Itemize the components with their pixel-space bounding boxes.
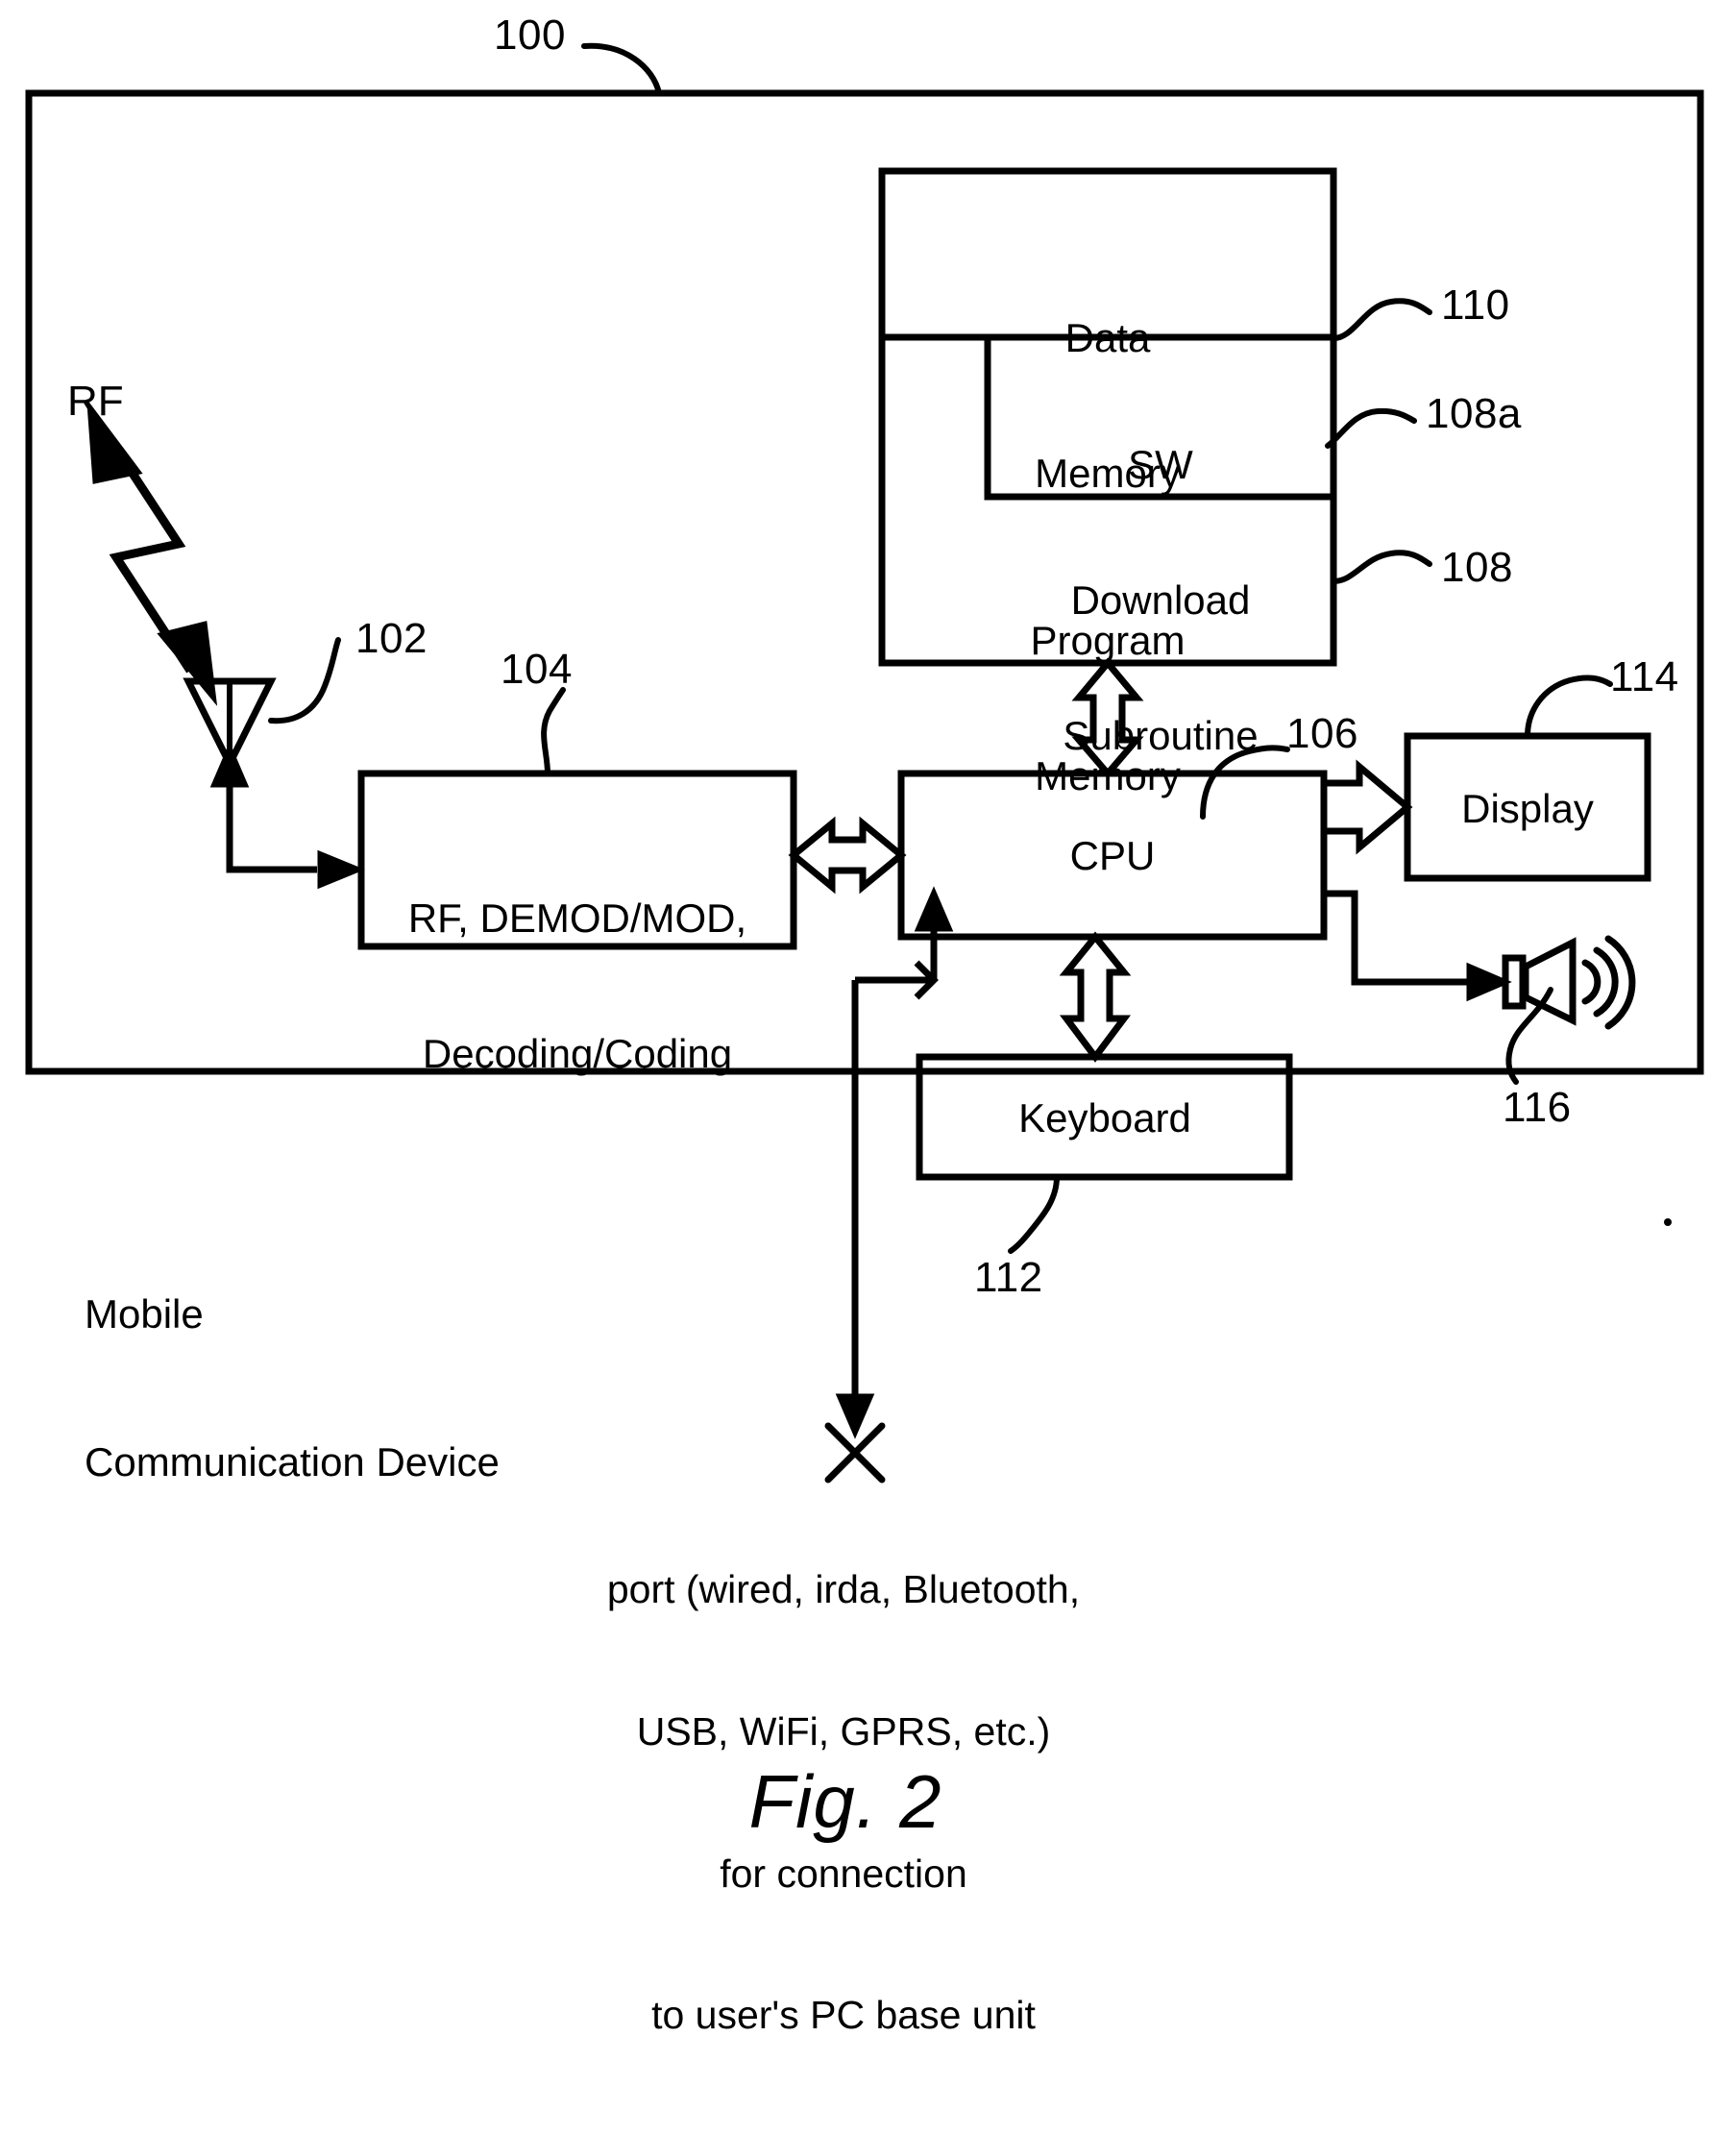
rf-label: RF <box>67 378 124 425</box>
arrowhead-port-to-rfbox <box>914 886 954 932</box>
arrowhead-antenna-up <box>209 742 250 788</box>
speaker-icon-base <box>1502 954 1527 1010</box>
ref-label-112: 112 <box>974 1254 1043 1301</box>
port-caption-line-1: port (wired, irda, Bluetooth, <box>606 1567 1081 1612</box>
sw-download-line-1: SW <box>1128 442 1193 488</box>
ref-label-114: 114 <box>1610 653 1679 700</box>
leader-line-108 <box>1331 550 1432 584</box>
cpu-block-label: CPU <box>1069 833 1156 878</box>
keyboard-block-label: Keyboard <box>1018 1095 1191 1141</box>
line-cpu-speaker <box>1324 890 1470 986</box>
figure-caption: Fig. 2 <box>748 1759 942 1844</box>
speaker-icon-cone <box>1522 937 1577 1026</box>
arrow-rf-cpu <box>788 816 907 895</box>
patent-figure: 100 RF 102 104 RF, DEMOD/MOD, Decoding/C… <box>0 0 1736 2037</box>
speaker-icon-wave-1 <box>1581 959 1602 1005</box>
leader-line-108a <box>1325 407 1417 449</box>
port-caption-line-3: for connection <box>720 1851 967 1896</box>
device-name-line-2: Communication Device <box>85 1439 500 1485</box>
ref-label-102: 102 <box>355 615 428 662</box>
leader-line-102 <box>268 637 341 724</box>
arrowhead-port-down <box>835 1393 875 1439</box>
device-name-label: Mobile Communication Device <box>85 1191 500 1585</box>
leader-line-112 <box>1008 1174 1060 1254</box>
program-memory-line-2: Memory <box>1035 753 1181 799</box>
ref-label-116: 116 <box>1503 1084 1572 1131</box>
display-block-label: Display <box>1461 786 1594 831</box>
ref-label-110: 110 <box>1441 282 1510 329</box>
leader-line-100 <box>581 42 662 96</box>
ref-label-108a: 108a <box>1426 390 1522 437</box>
ref-label-104: 104 <box>501 646 573 693</box>
ref-label-108: 108 <box>1441 544 1513 591</box>
scan-artifact-dot <box>1664 1218 1672 1226</box>
leader-line-104 <box>541 687 566 776</box>
line-antenna-rf <box>226 783 317 873</box>
leader-line-110 <box>1331 298 1432 341</box>
arrow-cpu-keyboard <box>1059 931 1132 1063</box>
program-memory-line-1: Program <box>1030 618 1186 664</box>
ref-label-100: 100 <box>494 12 566 59</box>
device-name-line-1: Mobile <box>85 1291 204 1337</box>
rf-demod-line-1: RF, DEMOD/MOD, <box>407 895 747 942</box>
ref-label-106: 106 <box>1286 710 1358 757</box>
arrow-cpu-display <box>1320 759 1413 855</box>
arrowhead-rf-down <box>157 621 218 706</box>
arrowhead-rf-box-in <box>317 849 365 890</box>
port-caption-line-2: USB, WiFi, GPRS, etc.) <box>636 1708 1051 1754</box>
leader-line-114 <box>1525 675 1613 739</box>
rf-demod-line-2: Decoding/Coding <box>422 1031 733 1077</box>
rf-demod-block-label: RF, DEMOD/MOD, Decoding/Coding <box>408 805 746 1166</box>
port-caption-line-4: to user's PC base unit <box>651 1993 1036 2038</box>
